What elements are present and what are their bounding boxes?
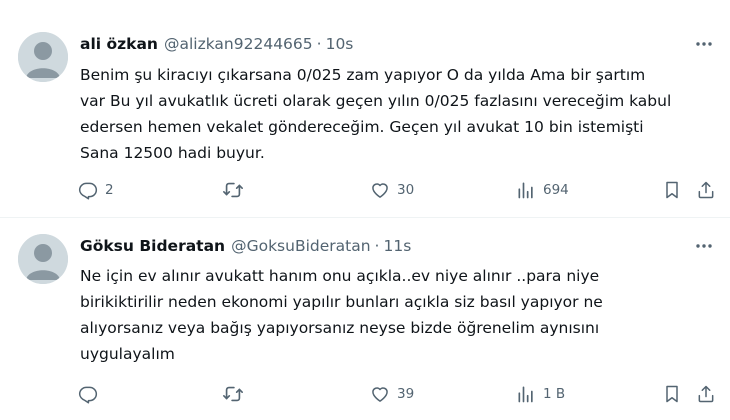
share-icon xyxy=(698,385,714,403)
tweet-text: Ne için ev alınır avukatt hanım onu açık… xyxy=(80,267,603,363)
bookmark-icon xyxy=(666,181,678,199)
views-count: 1 B xyxy=(543,386,566,402)
action-bar: 39 1 B xyxy=(0,382,730,406)
reply-button[interactable]: 2 xyxy=(78,178,114,202)
views-icon xyxy=(518,386,533,403)
more-button[interactable] xyxy=(692,32,716,56)
share-button[interactable] xyxy=(696,382,716,406)
more-button[interactable] xyxy=(692,234,716,258)
like-button[interactable]: 39 xyxy=(370,382,414,406)
author-handle[interactable]: @alizkan92244665 xyxy=(164,35,313,53)
author-handle[interactable]: @GoksuBideratan xyxy=(231,237,370,255)
timestamp[interactable]: 11s xyxy=(383,237,411,255)
tweet-header: ali özkan @alizkan92244665 · 10s xyxy=(80,32,353,56)
separator-dot: · xyxy=(316,35,322,53)
tweet[interactable]: Göksu Bideratan @GoksuBideratan · 11s Ne… xyxy=(0,218,730,420)
avatar[interactable] xyxy=(18,234,68,284)
like-icon xyxy=(372,183,388,198)
tweet[interactable]: ali özkan @alizkan92244665 · 10s Benim ş… xyxy=(0,0,730,218)
views-icon xyxy=(518,182,533,199)
reply-icon xyxy=(78,182,98,200)
more-icon xyxy=(696,42,712,46)
bookmark-button[interactable] xyxy=(662,382,682,406)
reply-icon xyxy=(78,386,98,404)
separator-dot: · xyxy=(374,237,380,255)
tweet-header: Göksu Bideratan @GoksuBideratan · 11s xyxy=(80,234,411,258)
like-count: 39 xyxy=(397,386,415,402)
tweet-text: Benim şu kiracıyı çıkarsana 0/025 zam ya… xyxy=(80,66,672,162)
author-name[interactable]: Göksu Bideratan xyxy=(80,237,225,255)
reply-count: 2 xyxy=(105,182,114,198)
retweet-button[interactable] xyxy=(222,382,251,406)
views-button[interactable]: 694 xyxy=(516,178,569,202)
action-bar: 2 30 694 xyxy=(0,178,730,202)
timestamp[interactable]: 10s xyxy=(326,35,354,53)
reply-button[interactable] xyxy=(78,382,105,406)
default-avatar-icon xyxy=(18,32,68,82)
like-button[interactable]: 30 xyxy=(370,178,414,202)
bookmark-icon xyxy=(666,385,678,403)
like-count: 30 xyxy=(397,182,415,198)
author-name[interactable]: ali özkan xyxy=(80,35,158,53)
share-button[interactable] xyxy=(696,178,716,202)
default-avatar-icon xyxy=(18,234,68,284)
share-icon xyxy=(698,181,714,199)
like-icon xyxy=(372,387,388,402)
views-button[interactable]: 1 B xyxy=(516,382,565,406)
bookmark-button[interactable] xyxy=(662,178,682,202)
retweet-icon xyxy=(223,182,243,198)
avatar[interactable] xyxy=(18,32,68,82)
retweet-button[interactable] xyxy=(222,178,251,202)
views-count: 694 xyxy=(543,182,569,198)
more-icon xyxy=(696,244,712,248)
retweet-icon xyxy=(223,386,243,402)
